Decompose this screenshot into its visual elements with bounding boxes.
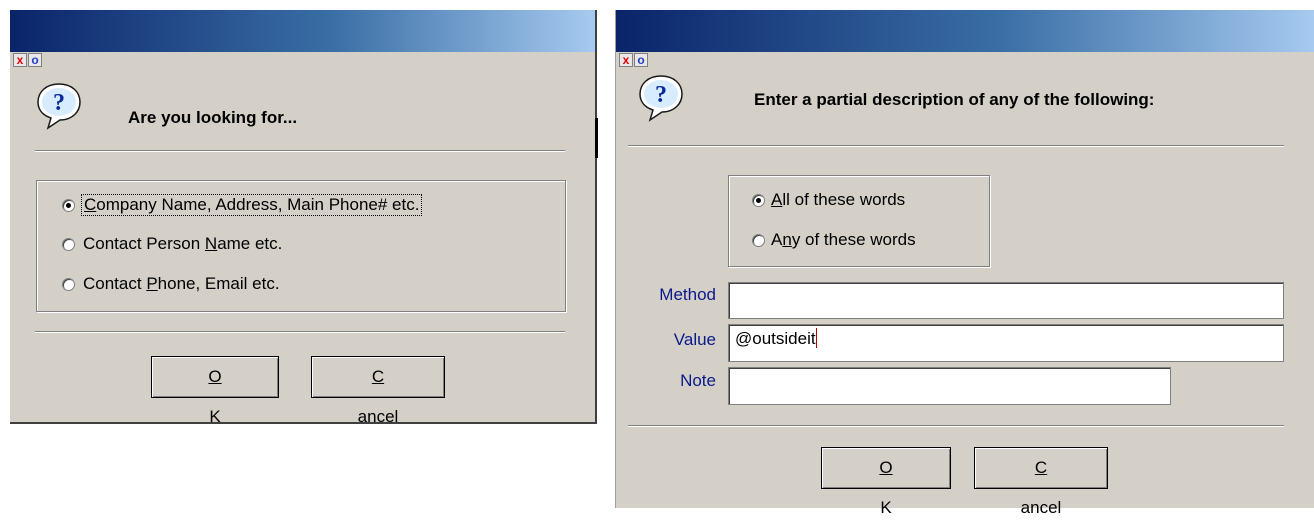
radio-unchecked[interactable] (752, 233, 765, 247)
radio-label: Any of these words (771, 230, 916, 249)
note-field[interactable] (728, 367, 1171, 405)
restore-icon[interactable]: o (634, 53, 648, 67)
cancel-button[interactable]: Cancel (974, 447, 1108, 517)
cancel-button[interactable]: Cancel (311, 356, 445, 426)
dialog-partial-description: x o ? Enter a partial description of any… (615, 10, 1314, 517)
radio-contact-person[interactable]: Contact Person Name etc. (62, 234, 284, 254)
radio-label: Contact Phone, Email etc. (83, 274, 280, 293)
dialog-heading: Enter a partial description of any of th… (754, 90, 1155, 109)
title-bar[interactable] (616, 10, 1314, 52)
value-label: Value (673, 330, 716, 349)
svg-text:?: ? (53, 90, 65, 116)
system-buttons: x o (619, 53, 648, 68)
text-caret (815, 328, 817, 348)
window-edge (595, 118, 598, 158)
radio-unchecked[interactable] (62, 237, 75, 251)
radio-contact-phone[interactable]: Contact Phone, Email etc. (62, 274, 282, 294)
dialog-heading: Are you looking for... (128, 108, 298, 127)
note-label: Note (680, 371, 716, 390)
radio-label: Company Name, Address, Main Phone# etc. (81, 194, 423, 216)
separator (628, 145, 1284, 147)
restore-icon[interactable]: o (28, 53, 42, 67)
radio-all-words[interactable]: All of these words (752, 190, 905, 210)
radio-checked[interactable] (752, 193, 765, 207)
question-balloon-icon: ? (639, 75, 683, 122)
ok-button[interactable]: OK (821, 447, 951, 517)
method-label: Method (659, 285, 716, 304)
radio-label: All of these words (771, 190, 906, 209)
radio-company-name[interactable]: Company Name, Address, Main Phone# etc. (62, 194, 423, 216)
question-balloon-icon: ? (37, 83, 81, 130)
title-bar[interactable] (10, 10, 595, 52)
system-buttons: x o (13, 53, 42, 68)
dialog-looking-for: x o ? Are you looking for... Company Nam… (10, 10, 597, 426)
close-icon[interactable]: x (619, 53, 633, 67)
match-mode-group (728, 175, 990, 267)
radio-checked[interactable] (62, 198, 75, 212)
svg-text:?: ? (655, 82, 667, 108)
radio-unchecked[interactable] (62, 277, 75, 291)
separator (35, 331, 565, 333)
radio-label: Contact Person Name etc. (83, 234, 283, 253)
separator (35, 150, 565, 152)
radio-any-words[interactable]: Any of these words (752, 230, 916, 250)
value-field[interactable]: @outsideit (728, 324, 1284, 362)
close-icon[interactable]: x (13, 53, 27, 67)
separator (628, 425, 1284, 427)
value-text: @outsideit (735, 329, 816, 348)
ok-button[interactable]: OK (151, 356, 279, 426)
method-field[interactable] (728, 282, 1284, 319)
